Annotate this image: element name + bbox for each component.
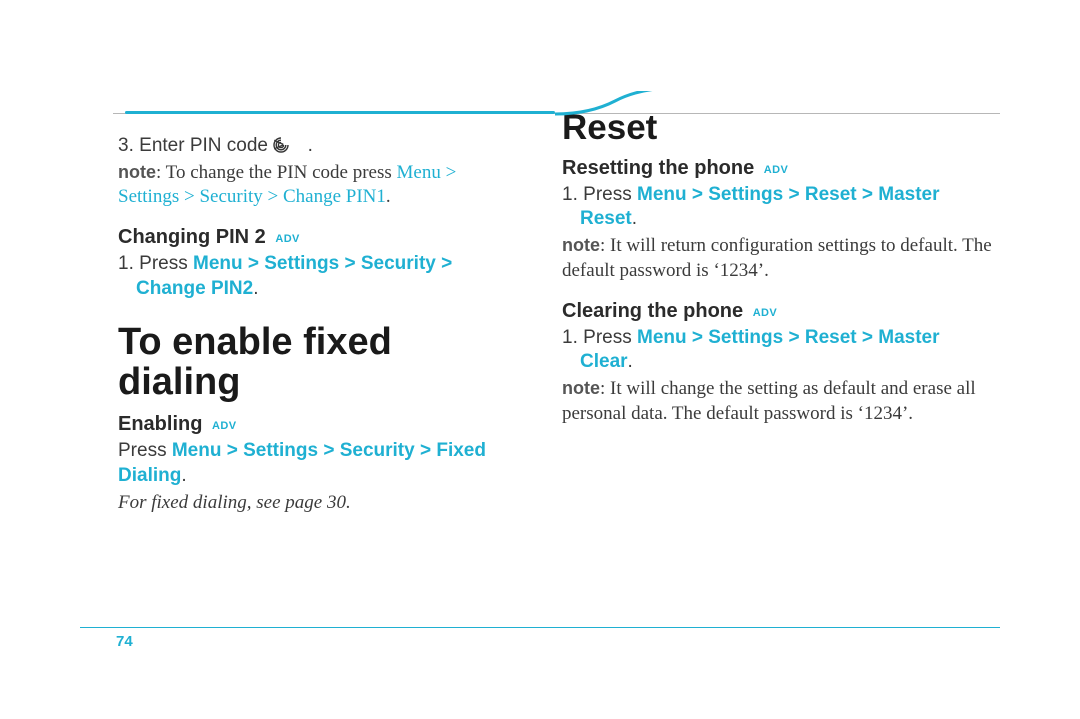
right-column: Reset Resetting the phone ADV 1. Press M…	[562, 128, 992, 517]
note-label: note	[118, 162, 156, 182]
swirl-icon	[290, 136, 308, 154]
adv-icon: ADV	[275, 232, 299, 246]
divider-blue-bar	[125, 111, 555, 114]
step3-num: 3.	[118, 135, 134, 156]
adv-icon: ADV	[753, 306, 777, 320]
step-num: 1.	[562, 184, 578, 205]
heading-enabling: Enabling ADV	[118, 411, 518, 437]
pre: Press	[583, 184, 637, 205]
step3-period: .	[308, 135, 313, 156]
note-text: : It will return configuration settings …	[562, 235, 992, 281]
post: .	[632, 208, 637, 229]
note-change-pin: note: To change the PIN code press Menu …	[118, 161, 518, 210]
post: .	[628, 351, 633, 372]
step-change-pin2: 1. Press Menu > Settings > Security > Ch…	[136, 252, 518, 301]
note-label: note	[562, 235, 600, 255]
step-num: 1.	[562, 327, 578, 348]
content-columns: 3. Enter PIN code > . note: To change th…	[118, 128, 998, 517]
heading-fixed-dialing: To enable fixed dialing	[118, 323, 518, 403]
left-column: 3. Enter PIN code > . note: To change th…	[118, 128, 518, 517]
pre: Press	[118, 440, 172, 461]
pre: Press	[583, 327, 637, 348]
page-number: 74	[116, 633, 133, 650]
heading-clearing-phone: Clearing the phone ADV	[562, 298, 992, 324]
note-master-clear: note: It will change the setting as defa…	[562, 377, 992, 426]
see-page-ref: For fixed dialing, see page 30.	[118, 491, 518, 516]
manual-page: 3. Enter PIN code > . note: To change th…	[0, 0, 1080, 719]
adv-icon: ADV	[764, 163, 788, 177]
note-master-reset: note: It will return configuration setti…	[562, 234, 992, 283]
blue: Menu > Settings > Security > Fixed Diali…	[118, 440, 486, 486]
step-pre: Press	[139, 253, 193, 274]
note-period: .	[386, 186, 391, 207]
heading-changing-pin2: Changing PIN 2 ADV	[118, 224, 518, 250]
adv-icon: ADV	[212, 419, 236, 433]
heading-resetting-text: Resetting the phone	[562, 157, 754, 179]
note-text: : It will change the setting as default …	[562, 378, 976, 424]
page-footer: 74	[80, 627, 1000, 653]
note-label: note	[562, 378, 600, 398]
heading-reset: Reset	[562, 110, 992, 147]
note1: : To change the PIN code press	[156, 162, 397, 183]
heading-enabling-text: Enabling	[118, 413, 202, 435]
step-post: .	[253, 278, 258, 299]
step-master-clear: 1. Press Menu > Settings > Reset > Maste…	[580, 326, 992, 375]
step-num: 1.	[118, 253, 134, 274]
step-enabling: Press Menu > Settings > Security > Fixed…	[118, 439, 518, 488]
post: .	[181, 465, 186, 486]
heading-changing-pin2-text: Changing PIN 2	[118, 226, 266, 248]
heading-clearing-text: Clearing the phone	[562, 300, 743, 322]
step3-text: Enter PIN code >	[139, 135, 290, 156]
step-enter-pin: 3. Enter PIN code > .	[136, 134, 518, 159]
footer-rule	[80, 627, 1000, 628]
step-master-reset: 1. Press Menu > Settings > Reset > Maste…	[580, 183, 992, 232]
heading-resetting-phone: Resetting the phone ADV	[562, 155, 992, 181]
